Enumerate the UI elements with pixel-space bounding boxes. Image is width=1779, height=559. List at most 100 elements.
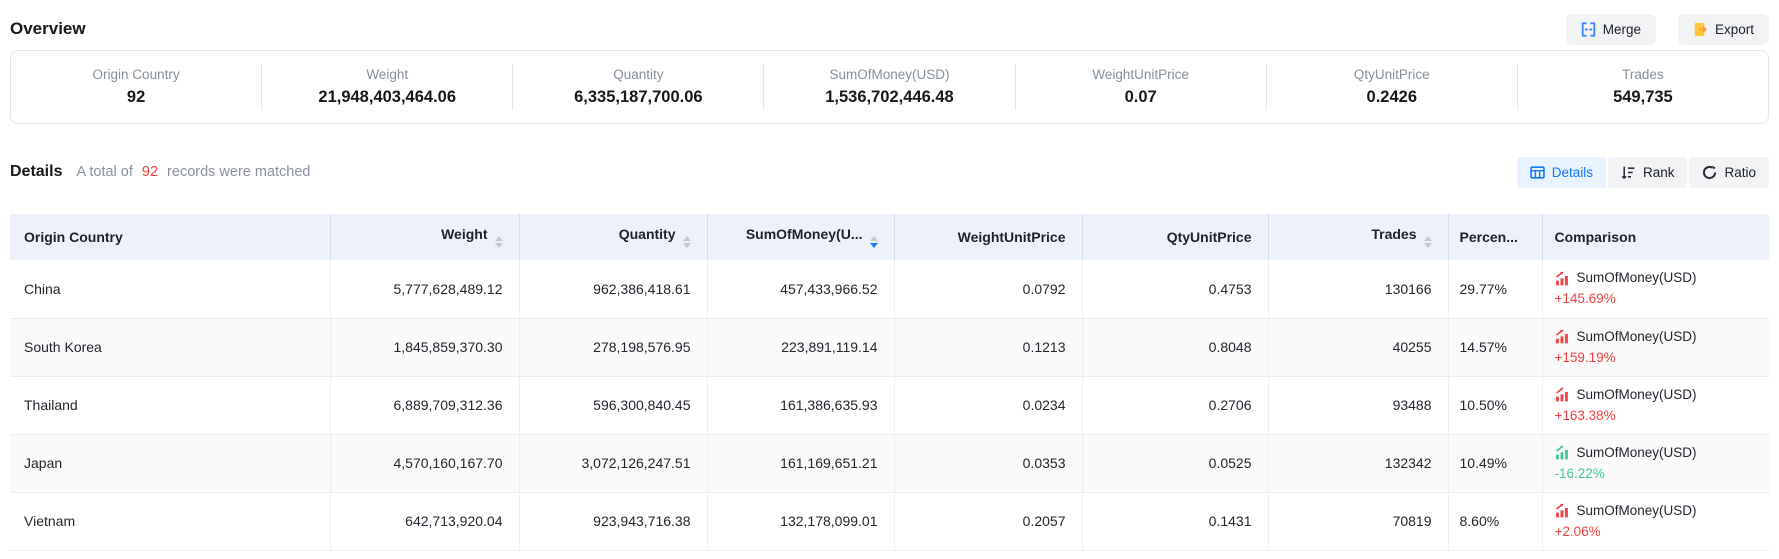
export-icon [1693, 22, 1708, 37]
stat-value: 6,335,187,700.06 [513, 88, 763, 107]
sort-carets-active-desc[interactable] [870, 236, 878, 248]
sort-carets[interactable] [683, 236, 691, 248]
toolbar: Merge Export [1566, 14, 1769, 45]
cell-sum-of-money: 161,169,651.21 [707, 434, 894, 492]
cell-qty-unit-price: 0.2706 [1082, 376, 1268, 434]
cell-weight-unit-price: 0.0234 [894, 376, 1082, 434]
cell-comparison: SumOfMoney(USD) -16.22% [1542, 434, 1769, 492]
stat-qty-unit-price: QtyUnitPrice 0.2426 [1267, 64, 1518, 110]
export-button-label: Export [1715, 22, 1754, 37]
cell-comparison: SumOfMoney(USD) +145.69% [1542, 260, 1769, 318]
column-header-weight[interactable]: Weight [330, 214, 519, 260]
stat-sum-of-money: SumOfMoney(USD) 1,536,702,446.48 [764, 64, 1015, 110]
comparison-change: +159.19% [1555, 347, 1770, 368]
column-header-percent: Percen... [1448, 214, 1542, 260]
column-header-weight-unit-price: WeightUnitPrice [894, 214, 1082, 260]
cell-weight: 5,777,628,489.12 [330, 260, 519, 318]
cell-trades: 70819 [1268, 492, 1448, 550]
cell-trades: 130166 [1268, 260, 1448, 318]
cell-comparison: SumOfMoney(USD) +159.19% [1542, 318, 1769, 376]
comparison-metric: SumOfMoney(USD) [1577, 268, 1697, 288]
table-row-vietnam: Vietnam 642,713,920.04 923,943,716.38 13… [10, 492, 1769, 550]
match-prefix: A total of [76, 164, 132, 180]
stat-weight: Weight 21,948,403,464.06 [262, 64, 513, 110]
rank-icon [1621, 165, 1636, 180]
match-suffix: records were matched [167, 164, 310, 180]
table-row-china: China 5,777,628,489.12 962,386,418.61 45… [10, 260, 1769, 318]
bar-chart-up-icon [1555, 387, 1570, 402]
cell-country: Thailand [10, 376, 330, 434]
details-bar: Details A total of 92 records were matched… [10, 154, 1769, 190]
stat-value: 0.2426 [1267, 88, 1517, 107]
bar-chart-up-icon [1555, 329, 1570, 344]
export-button[interactable]: Export [1678, 14, 1769, 45]
trade-data-table: Origin Country Weight Quantity SumOfMone… [10, 214, 1769, 551]
cell-comparison: SumOfMoney(USD) +163.38% [1542, 376, 1769, 434]
view-switcher: Details Rank Ratio [1517, 157, 1769, 188]
cell-quantity: 923,943,716.38 [519, 492, 707, 550]
cell-trades: 40255 [1268, 318, 1448, 376]
tab-details-label: Details [1552, 165, 1593, 180]
comparison-metric: SumOfMoney(USD) [1577, 385, 1697, 405]
stat-value: 1,536,702,446.48 [764, 88, 1014, 107]
stat-value: 92 [11, 88, 261, 107]
cell-percent: 29.77% [1448, 260, 1542, 318]
tab-ratio[interactable]: Ratio [1689, 157, 1769, 188]
comparison-change: +163.38% [1555, 405, 1770, 426]
stat-trades: Trades 549,735 [1518, 64, 1768, 110]
overview-stats-card: Origin Country 92 Weight 21,948,403,464.… [10, 50, 1769, 124]
cell-quantity: 962,386,418.61 [519, 260, 707, 318]
ratio-icon [1702, 165, 1717, 180]
cell-weight-unit-price: 0.0353 [894, 434, 1082, 492]
sort-carets[interactable] [495, 236, 503, 248]
cell-qty-unit-price: 0.4753 [1082, 260, 1268, 318]
table-icon [1530, 165, 1545, 180]
match-count: 92 [142, 164, 158, 180]
cell-trades: 93488 [1268, 376, 1448, 434]
cell-sum-of-money: 161,386,635.93 [707, 376, 894, 434]
comparison-change: +145.69% [1555, 288, 1770, 309]
cell-sum-of-money: 132,178,099.01 [707, 492, 894, 550]
table-row-japan: Japan 4,570,160,167.70 3,072,126,247.51 … [10, 434, 1769, 492]
table-row-south-korea: South Korea 1,845,859,370.30 278,198,576… [10, 318, 1769, 376]
cell-quantity: 278,198,576.95 [519, 318, 707, 376]
cell-sum-of-money: 457,433,966.52 [707, 260, 894, 318]
cell-percent: 10.49% [1448, 434, 1542, 492]
table-row-thailand: Thailand 6,889,709,312.36 596,300,840.45… [10, 376, 1769, 434]
cell-percent: 8.60% [1448, 492, 1542, 550]
tab-rank-label: Rank [1643, 165, 1675, 180]
top-bar: Overview Merge [10, 0, 1769, 46]
comparison-change: -16.22% [1555, 463, 1770, 484]
stat-value: 21,948,403,464.06 [262, 88, 512, 107]
cell-trades: 132342 [1268, 434, 1448, 492]
column-header-origin-country: Origin Country [10, 214, 330, 260]
merge-icon [1581, 22, 1596, 37]
tab-details[interactable]: Details [1517, 157, 1606, 188]
cell-country: China [10, 260, 330, 318]
table-header-row: Origin Country Weight Quantity SumOfMone… [10, 214, 1769, 260]
stat-value: 549,735 [1518, 88, 1768, 107]
column-header-quantity[interactable]: Quantity [519, 214, 707, 260]
stat-label: Trades [1518, 67, 1768, 82]
cell-weight: 642,713,920.04 [330, 492, 519, 550]
page: Overview Merge [0, 0, 1779, 551]
tab-rank[interactable]: Rank [1608, 157, 1688, 188]
merge-button[interactable]: Merge [1566, 14, 1656, 45]
merge-button-label: Merge [1603, 22, 1641, 37]
match-summary: A total of 92 records were matched [76, 164, 310, 180]
comparison-metric: SumOfMoney(USD) [1577, 327, 1697, 347]
column-header-sum-of-money[interactable]: SumOfMoney(U... [707, 214, 894, 260]
tab-ratio-label: Ratio [1724, 165, 1756, 180]
column-header-comparison: Comparison [1542, 214, 1769, 260]
details-title: Details [10, 163, 62, 181]
stat-label: SumOfMoney(USD) [764, 67, 1014, 82]
cell-weight: 4,570,160,167.70 [330, 434, 519, 492]
cell-country: Vietnam [10, 492, 330, 550]
cell-weight-unit-price: 0.1213 [894, 318, 1082, 376]
cell-qty-unit-price: 0.0525 [1082, 434, 1268, 492]
column-header-trades[interactable]: Trades [1268, 214, 1448, 260]
cell-weight-unit-price: 0.2057 [894, 492, 1082, 550]
overview-title: Overview [10, 19, 86, 39]
cell-quantity: 3,072,126,247.51 [519, 434, 707, 492]
sort-carets[interactable] [1424, 236, 1432, 248]
